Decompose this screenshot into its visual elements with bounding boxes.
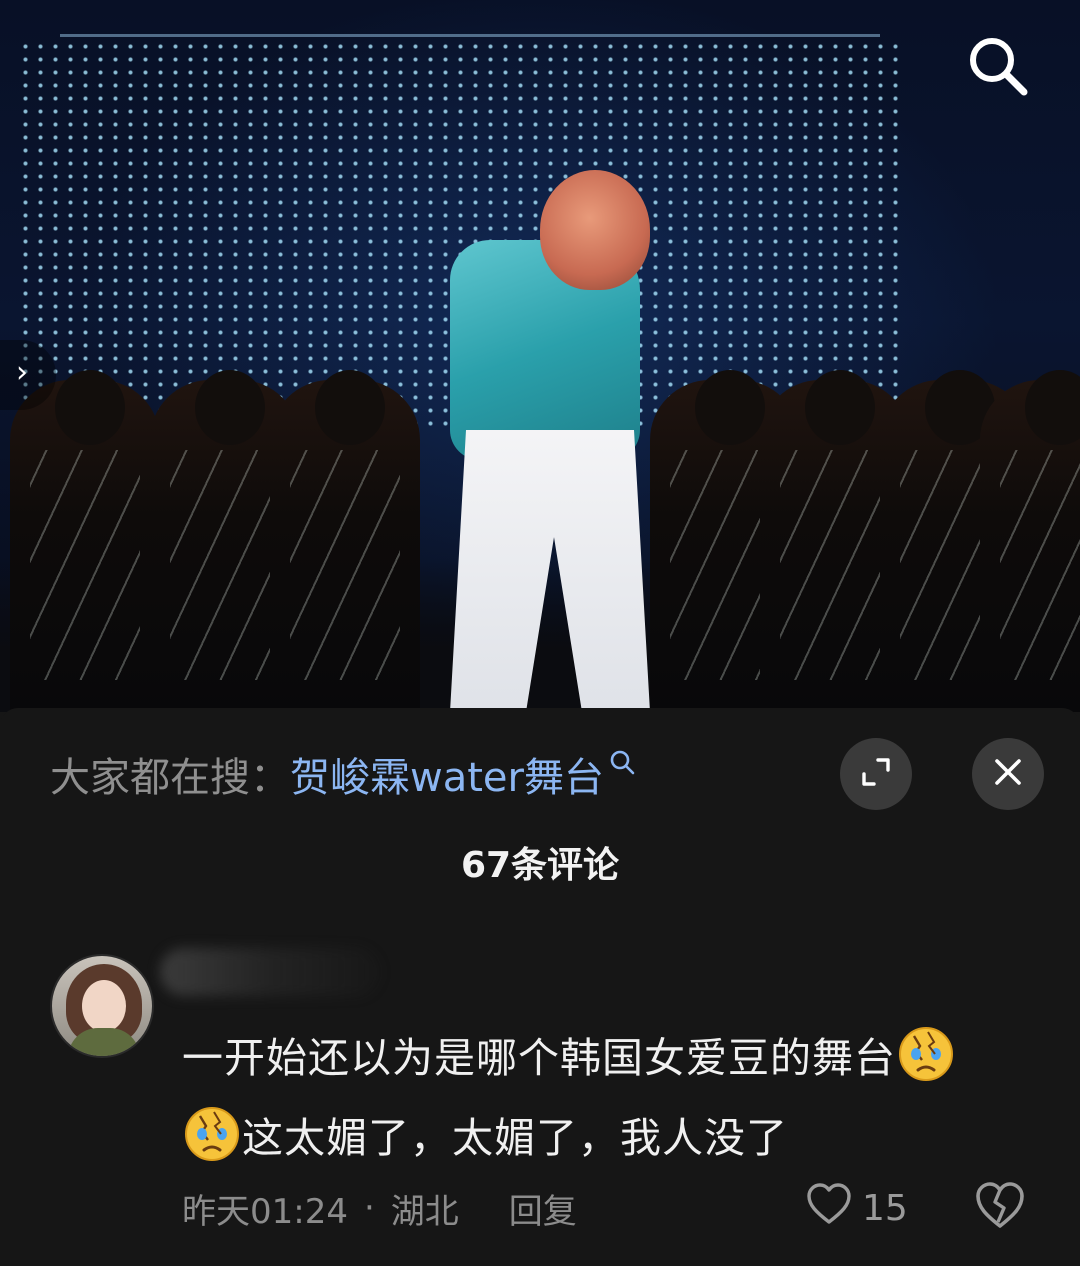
close-button[interactable]: [972, 738, 1044, 810]
expand-button[interactable]: [840, 738, 912, 810]
dislike-button[interactable]: [974, 1180, 1026, 1232]
dancer: [10, 370, 160, 712]
avatar-face: [82, 980, 126, 1032]
lead-performer: [440, 170, 690, 712]
search-icon: [608, 746, 638, 786]
avatar[interactable]: [50, 954, 154, 1058]
performer-pants: [450, 430, 650, 712]
meta-separator: ·: [363, 1188, 375, 1228]
reply-button[interactable]: 回复: [509, 1184, 577, 1233]
broken-heart-icon: [974, 1182, 1026, 1236]
comment-line-2-text: 这太媚了，太媚了，我人没了: [242, 1114, 788, 1162]
trending-query-link[interactable]: 贺峻霖water舞台: [290, 745, 604, 803]
comment-line-2: 这太媚了，太媚了，我人没了: [182, 1098, 1032, 1178]
dancer: [980, 370, 1080, 712]
like-count: 15: [862, 1187, 908, 1229]
trending-label: 大家都在搜：: [50, 755, 290, 801]
comment-count: 67条评论: [460, 845, 620, 886]
crying-broken-heart-emoji-icon: [182, 1104, 242, 1164]
trending-search[interactable]: 大家都在搜： 贺峻霖water舞台: [50, 744, 638, 804]
comment-location: 湖北: [390, 1191, 459, 1232]
stage-light-bar: [60, 34, 880, 37]
performer-hair: [540, 170, 650, 290]
comment-text: 一开始还以为是哪个韩国女爱豆的舞台 这太媚了，太媚了，我人没了: [182, 1018, 1032, 1178]
dancer: [270, 370, 420, 712]
comment-time: 昨天01:24: [182, 1191, 348, 1232]
like-button[interactable]: 15: [806, 1178, 908, 1238]
video-player[interactable]: ›: [0, 0, 1080, 712]
close-icon: [992, 756, 1024, 792]
comments-sheet: 大家都在搜： 贺峻霖water舞台 67条评论 一开始还以为是哪个韩国女爱豆的舞…: [0, 708, 1080, 1266]
expand-icon: [858, 754, 894, 794]
app-root: › 大家都在搜： 贺峻霖water舞台 67条评论 一开始还以为是哪个韩国女爱豆…: [0, 0, 1080, 1266]
comment-line-1: 一开始还以为是哪个韩国女爱豆的舞台: [182, 1018, 1032, 1098]
heart-outline-icon: [806, 1182, 862, 1235]
search-icon[interactable]: [962, 30, 1032, 100]
crying-broken-heart-emoji-icon: [896, 1024, 956, 1084]
comment-meta: 昨天01:24 · 湖北 回复: [182, 1178, 577, 1238]
username-blurred[interactable]: [160, 948, 380, 996]
comment-line-1-text: 一开始还以为是哪个韩国女爱豆的舞台: [182, 1034, 896, 1082]
